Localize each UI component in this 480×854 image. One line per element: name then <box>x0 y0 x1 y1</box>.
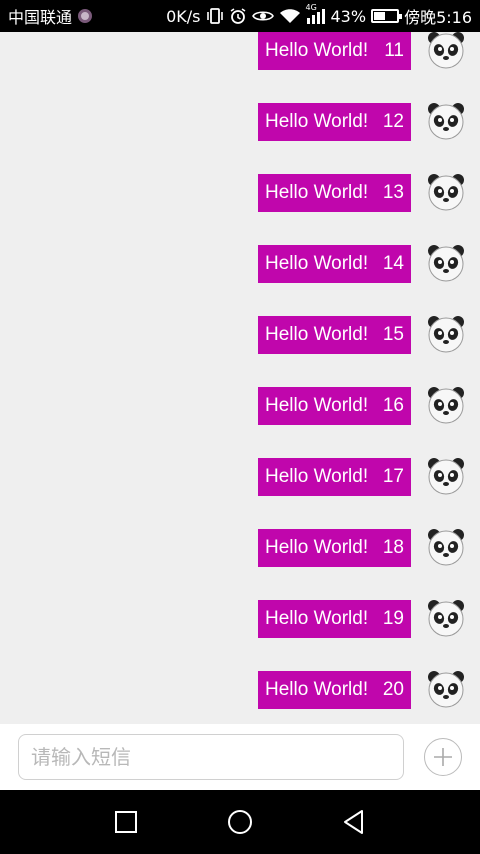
panda-avatar-icon[interactable] <box>426 243 466 283</box>
notification-icon <box>78 9 93 23</box>
wifi-icon <box>279 8 301 24</box>
message-bubble[interactable]: Hello World! 18 <box>258 529 411 567</box>
vibrate-icon <box>206 8 224 24</box>
panda-avatar-icon[interactable] <box>426 598 466 638</box>
battery-percent: 43% <box>330 6 367 26</box>
recent-apps-icon <box>115 811 137 833</box>
back-icon <box>344 810 363 834</box>
message-row: Hello World! 14 <box>0 245 480 285</box>
message-bubble[interactable]: Hello World! 11 <box>258 32 411 70</box>
message-text: Hello World! <box>265 395 369 416</box>
panda-avatar-icon[interactable] <box>426 314 466 354</box>
message-number: 11 <box>384 40 404 61</box>
message-bubble[interactable]: Hello World! 15 <box>258 316 411 354</box>
status-bar: 中国联通 0K/s 4G 43% 傍晚5:16 <box>0 0 480 32</box>
message-number: 12 <box>382 111 404 132</box>
clock: 傍晚5:16 <box>404 8 472 27</box>
panda-avatar-icon[interactable] <box>426 32 466 70</box>
network-speed: 0K/s <box>166 6 201 26</box>
message-number: 18 <box>382 537 404 558</box>
message-row: Hello World! 20 <box>0 671 480 711</box>
sms-input[interactable] <box>18 734 404 780</box>
message-text: Hello World! <box>265 182 369 203</box>
message-row: Hello World! 15 <box>0 316 480 356</box>
message-row: Hello World! 11 <box>0 32 480 72</box>
message-number: 16 <box>382 395 404 416</box>
panda-avatar-icon[interactable] <box>426 456 466 496</box>
message-row: Hello World! 18 <box>0 529 480 569</box>
message-text: Hello World! <box>265 466 369 487</box>
panda-avatar-icon[interactable] <box>426 669 466 709</box>
message-row: Hello World! 16 <box>0 387 480 427</box>
plus-icon <box>434 748 452 766</box>
message-number: 19 <box>382 608 404 629</box>
battery-icon <box>371 9 403 23</box>
message-bubble[interactable]: Hello World! 17 <box>258 458 411 496</box>
back-button[interactable] <box>340 808 368 836</box>
message-text: Hello World! <box>265 40 369 61</box>
network-type: 4G <box>305 3 317 12</box>
panda-avatar-icon[interactable] <box>426 172 466 212</box>
carrier-label: 中国联通 <box>8 8 73 27</box>
message-row: Hello World! 12 <box>0 103 480 143</box>
message-number: 14 <box>382 253 404 274</box>
message-bubble[interactable]: Hello World! 16 <box>258 387 411 425</box>
message-text: Hello World! <box>265 679 369 700</box>
message-list[interactable]: Hello World! 11 Hello World! 12 Hello World!… <box>0 32 480 724</box>
message-text: Hello World! <box>265 537 369 558</box>
message-bubble[interactable]: Hello World! 14 <box>258 245 411 283</box>
message-bubble[interactable]: Hello World! 20 <box>258 671 411 709</box>
message-text: Hello World! <box>265 324 369 345</box>
panda-avatar-icon[interactable] <box>426 385 466 425</box>
message-text: Hello World! <box>265 608 369 629</box>
recent-apps-button[interactable] <box>112 808 140 836</box>
message-number: 17 <box>382 466 404 487</box>
alarm-icon <box>229 7 247 25</box>
message-text: Hello World! <box>265 111 369 132</box>
message-text: Hello World! <box>265 253 369 274</box>
panda-avatar-icon[interactable] <box>426 101 466 141</box>
navigation-bar <box>0 790 480 854</box>
message-number: 13 <box>382 182 404 203</box>
message-bubble[interactable]: Hello World! 12 <box>258 103 411 141</box>
add-button[interactable] <box>424 738 462 776</box>
message-bubble[interactable]: Hello World! 13 <box>258 174 411 212</box>
input-bar <box>0 724 480 790</box>
message-row: Hello World! 13 <box>0 174 480 214</box>
signal-icon: 4G <box>306 3 326 24</box>
eye-icon <box>251 9 274 23</box>
message-number: 15 <box>382 324 404 345</box>
message-row: Hello World! 19 <box>0 600 480 640</box>
message-number: 20 <box>382 679 404 700</box>
message-bubble[interactable]: Hello World! 19 <box>258 600 411 638</box>
panda-avatar-icon[interactable] <box>426 527 466 567</box>
home-icon <box>228 810 252 834</box>
message-row: Hello World! 17 <box>0 458 480 498</box>
home-button[interactable] <box>226 808 254 836</box>
